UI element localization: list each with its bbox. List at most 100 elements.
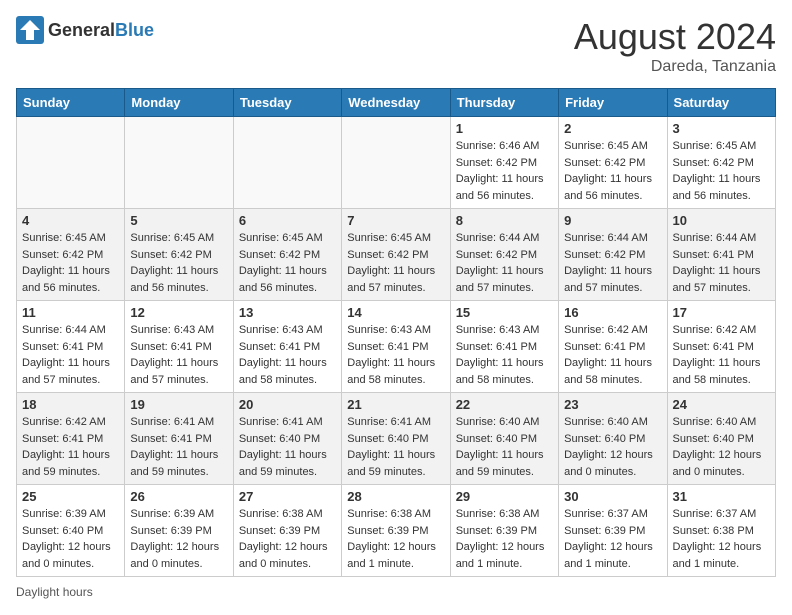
day-number: 22	[456, 397, 553, 412]
day-number: 30	[564, 489, 661, 504]
calendar-week-row: 4 Sunrise: 6:45 AM Sunset: 6:42 PM Dayli…	[17, 209, 776, 301]
calendar-week-row: 18 Sunrise: 6:42 AM Sunset: 6:41 PM Dayl…	[17, 393, 776, 485]
sunset-text: Sunset: 6:42 PM	[564, 157, 645, 169]
day-info: Sunrise: 6:45 AM Sunset: 6:42 PM Dayligh…	[130, 230, 227, 296]
sunset-text: Sunset: 6:41 PM	[673, 341, 754, 353]
page-header: GeneralBlue August 2024 Dareda, Tanzania	[16, 16, 776, 76]
day-number: 19	[130, 397, 227, 412]
sunrise-text: Sunrise: 6:42 AM	[22, 416, 106, 428]
calendar-cell: 2 Sunrise: 6:45 AM Sunset: 6:42 PM Dayli…	[559, 117, 667, 209]
calendar-cell: 27 Sunrise: 6:38 AM Sunset: 6:39 PM Dayl…	[233, 485, 341, 577]
day-info: Sunrise: 6:42 AM Sunset: 6:41 PM Dayligh…	[22, 414, 119, 480]
sunrise-text: Sunrise: 6:40 AM	[456, 416, 540, 428]
sunrise-text: Sunrise: 6:43 AM	[456, 324, 540, 336]
day-info: Sunrise: 6:40 AM Sunset: 6:40 PM Dayligh…	[673, 414, 770, 480]
day-info: Sunrise: 6:45 AM Sunset: 6:42 PM Dayligh…	[22, 230, 119, 296]
day-number: 15	[456, 305, 553, 320]
calendar-cell: 30 Sunrise: 6:37 AM Sunset: 6:39 PM Dayl…	[559, 485, 667, 577]
daylight-text: Daylight: 12 hours and 0 minutes.	[239, 541, 328, 570]
day-number: 2	[564, 121, 661, 136]
sunset-text: Sunset: 6:40 PM	[22, 525, 103, 537]
day-info: Sunrise: 6:40 AM Sunset: 6:40 PM Dayligh…	[564, 414, 661, 480]
daylight-text: Daylight: 12 hours and 1 minute.	[564, 541, 653, 570]
daylight-text: Daylight: 11 hours and 57 minutes.	[673, 265, 761, 294]
calendar-cell	[342, 117, 450, 209]
sunrise-text: Sunrise: 6:38 AM	[347, 508, 431, 520]
sunrise-text: Sunrise: 6:45 AM	[22, 232, 106, 244]
daylight-text: Daylight: 11 hours and 59 minutes.	[130, 449, 218, 478]
day-number: 17	[673, 305, 770, 320]
sunrise-text: Sunrise: 6:45 AM	[130, 232, 214, 244]
day-number: 3	[673, 121, 770, 136]
calendar-cell: 17 Sunrise: 6:42 AM Sunset: 6:41 PM Dayl…	[667, 301, 775, 393]
sunrise-text: Sunrise: 6:45 AM	[673, 140, 757, 152]
day-info: Sunrise: 6:38 AM Sunset: 6:39 PM Dayligh…	[456, 506, 553, 572]
calendar-cell: 8 Sunrise: 6:44 AM Sunset: 6:42 PM Dayli…	[450, 209, 558, 301]
day-number: 7	[347, 213, 444, 228]
sunrise-text: Sunrise: 6:37 AM	[673, 508, 757, 520]
title-block: August 2024 Dareda, Tanzania	[574, 16, 776, 76]
day-info: Sunrise: 6:45 AM Sunset: 6:42 PM Dayligh…	[564, 138, 661, 204]
calendar-cell: 1 Sunrise: 6:46 AM Sunset: 6:42 PM Dayli…	[450, 117, 558, 209]
day-number: 12	[130, 305, 227, 320]
calendar-cell: 15 Sunrise: 6:43 AM Sunset: 6:41 PM Dayl…	[450, 301, 558, 393]
sunrise-text: Sunrise: 6:44 AM	[22, 324, 106, 336]
sunrise-text: Sunrise: 6:45 AM	[239, 232, 323, 244]
daylight-text: Daylight: 12 hours and 0 minutes.	[564, 449, 653, 478]
sunset-text: Sunset: 6:39 PM	[564, 525, 645, 537]
logo: GeneralBlue	[16, 16, 154, 44]
daylight-text: Daylight: 11 hours and 57 minutes.	[456, 265, 544, 294]
calendar-cell: 28 Sunrise: 6:38 AM Sunset: 6:39 PM Dayl…	[342, 485, 450, 577]
day-of-week-header: Monday	[125, 89, 233, 117]
sunrise-text: Sunrise: 6:41 AM	[130, 416, 214, 428]
daylight-text: Daylight: 11 hours and 58 minutes.	[347, 357, 435, 386]
sunrise-text: Sunrise: 6:45 AM	[347, 232, 431, 244]
day-info: Sunrise: 6:41 AM Sunset: 6:41 PM Dayligh…	[130, 414, 227, 480]
day-info: Sunrise: 6:42 AM Sunset: 6:41 PM Dayligh…	[564, 322, 661, 388]
calendar-cell	[17, 117, 125, 209]
day-info: Sunrise: 6:43 AM Sunset: 6:41 PM Dayligh…	[239, 322, 336, 388]
daylight-text: Daylight: 11 hours and 59 minutes.	[347, 449, 435, 478]
logo-general-text: General	[48, 20, 115, 40]
sunset-text: Sunset: 6:38 PM	[673, 525, 754, 537]
day-info: Sunrise: 6:45 AM Sunset: 6:42 PM Dayligh…	[347, 230, 444, 296]
sunrise-text: Sunrise: 6:41 AM	[239, 416, 323, 428]
day-info: Sunrise: 6:38 AM Sunset: 6:39 PM Dayligh…	[239, 506, 336, 572]
sunset-text: Sunset: 6:40 PM	[673, 433, 754, 445]
daylight-text: Daylight: 11 hours and 57 minutes.	[564, 265, 652, 294]
sunset-text: Sunset: 6:41 PM	[564, 341, 645, 353]
calendar-cell: 31 Sunrise: 6:37 AM Sunset: 6:38 PM Dayl…	[667, 485, 775, 577]
sunset-text: Sunset: 6:42 PM	[456, 157, 537, 169]
daylight-text: Daylight: 11 hours and 56 minutes.	[673, 173, 761, 202]
day-number: 28	[347, 489, 444, 504]
footer-note: Daylight hours	[16, 585, 776, 599]
sunset-text: Sunset: 6:39 PM	[130, 525, 211, 537]
day-info: Sunrise: 6:43 AM Sunset: 6:41 PM Dayligh…	[130, 322, 227, 388]
daylight-text: Daylight: 11 hours and 59 minutes.	[239, 449, 327, 478]
daylight-text: Daylight: 11 hours and 56 minutes.	[22, 265, 110, 294]
sunset-text: Sunset: 6:39 PM	[456, 525, 537, 537]
daylight-text: Daylight: 11 hours and 57 minutes.	[22, 357, 110, 386]
day-info: Sunrise: 6:44 AM Sunset: 6:41 PM Dayligh…	[673, 230, 770, 296]
daylight-text: Daylight: 11 hours and 56 minutes.	[130, 265, 218, 294]
logo-blue-text: Blue	[115, 20, 154, 40]
day-number: 27	[239, 489, 336, 504]
sunrise-text: Sunrise: 6:37 AM	[564, 508, 648, 520]
day-number: 23	[564, 397, 661, 412]
calendar-cell: 18 Sunrise: 6:42 AM Sunset: 6:41 PM Dayl…	[17, 393, 125, 485]
sunrise-text: Sunrise: 6:40 AM	[673, 416, 757, 428]
daylight-text: Daylight: 11 hours and 58 minutes.	[673, 357, 761, 386]
day-info: Sunrise: 6:41 AM Sunset: 6:40 PM Dayligh…	[347, 414, 444, 480]
calendar-cell	[125, 117, 233, 209]
header-row: SundayMondayTuesdayWednesdayThursdayFrid…	[17, 89, 776, 117]
daylight-text: Daylight: 11 hours and 58 minutes.	[456, 357, 544, 386]
day-number: 1	[456, 121, 553, 136]
calendar-cell: 5 Sunrise: 6:45 AM Sunset: 6:42 PM Dayli…	[125, 209, 233, 301]
calendar-cell: 29 Sunrise: 6:38 AM Sunset: 6:39 PM Dayl…	[450, 485, 558, 577]
daylight-text: Daylight: 11 hours and 56 minutes.	[456, 173, 544, 202]
day-number: 14	[347, 305, 444, 320]
daylight-text: Daylight: 11 hours and 56 minutes.	[564, 173, 652, 202]
day-number: 31	[673, 489, 770, 504]
sunrise-text: Sunrise: 6:42 AM	[673, 324, 757, 336]
day-info: Sunrise: 6:43 AM Sunset: 6:41 PM Dayligh…	[456, 322, 553, 388]
